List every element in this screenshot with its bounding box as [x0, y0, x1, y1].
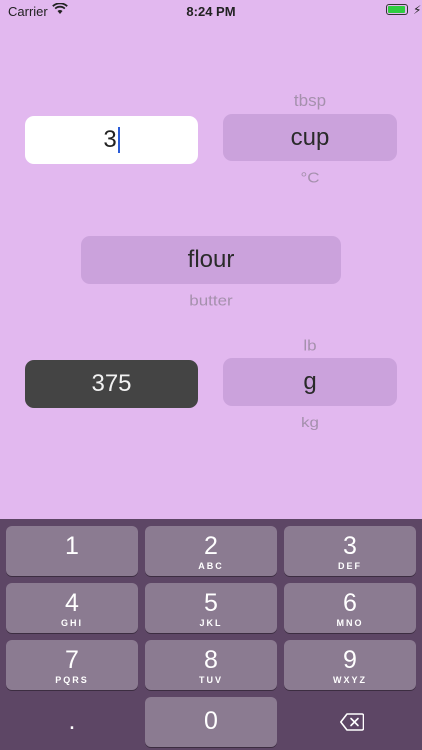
key-9[interactable]: 9 WXYZ [284, 640, 416, 690]
from-unit-option-below[interactable]: °C [223, 170, 397, 187]
amount-value: 3 [103, 126, 117, 153]
result-value: 375 [25, 360, 198, 408]
status-bar: Carrier 8:24 PM ⚡ [0, 0, 422, 22]
ingredient-picker[interactable]: flour [81, 236, 341, 284]
delete-backspace-icon [340, 713, 365, 736]
key-1[interactable]: 1 [6, 526, 138, 576]
to-unit-option-below[interactable]: kg [223, 415, 397, 431]
key-6[interactable]: 6 MNO [284, 583, 416, 633]
key-5[interactable]: 5 JKL [145, 583, 277, 633]
status-time: 8:24 PM [186, 4, 236, 19]
key-7[interactable]: 7 PQRS [6, 640, 138, 690]
key-3[interactable]: 3 DEF [284, 526, 416, 576]
key-4[interactable]: 4 GHI [6, 583, 138, 633]
ingredient-option-below[interactable]: butter [81, 292, 341, 310]
amount-input[interactable]: 3 [25, 116, 198, 164]
key-decimal[interactable]: . [6, 697, 138, 747]
key-delete[interactable] [284, 697, 416, 747]
key-2[interactable]: 2 ABC [145, 526, 277, 576]
key-8[interactable]: 8 TUV [145, 640, 277, 690]
from-unit-option-above[interactable]: tbsp [223, 91, 397, 111]
to-unit-picker[interactable]: g [223, 358, 397, 406]
text-caret [117, 127, 120, 153]
key-0[interactable]: 0 [145, 697, 277, 747]
to-unit-option-above[interactable]: lb [223, 338, 397, 355]
battery-icon: ⚡ [386, 3, 421, 17]
from-unit-picker[interactable]: cup [223, 114, 397, 161]
